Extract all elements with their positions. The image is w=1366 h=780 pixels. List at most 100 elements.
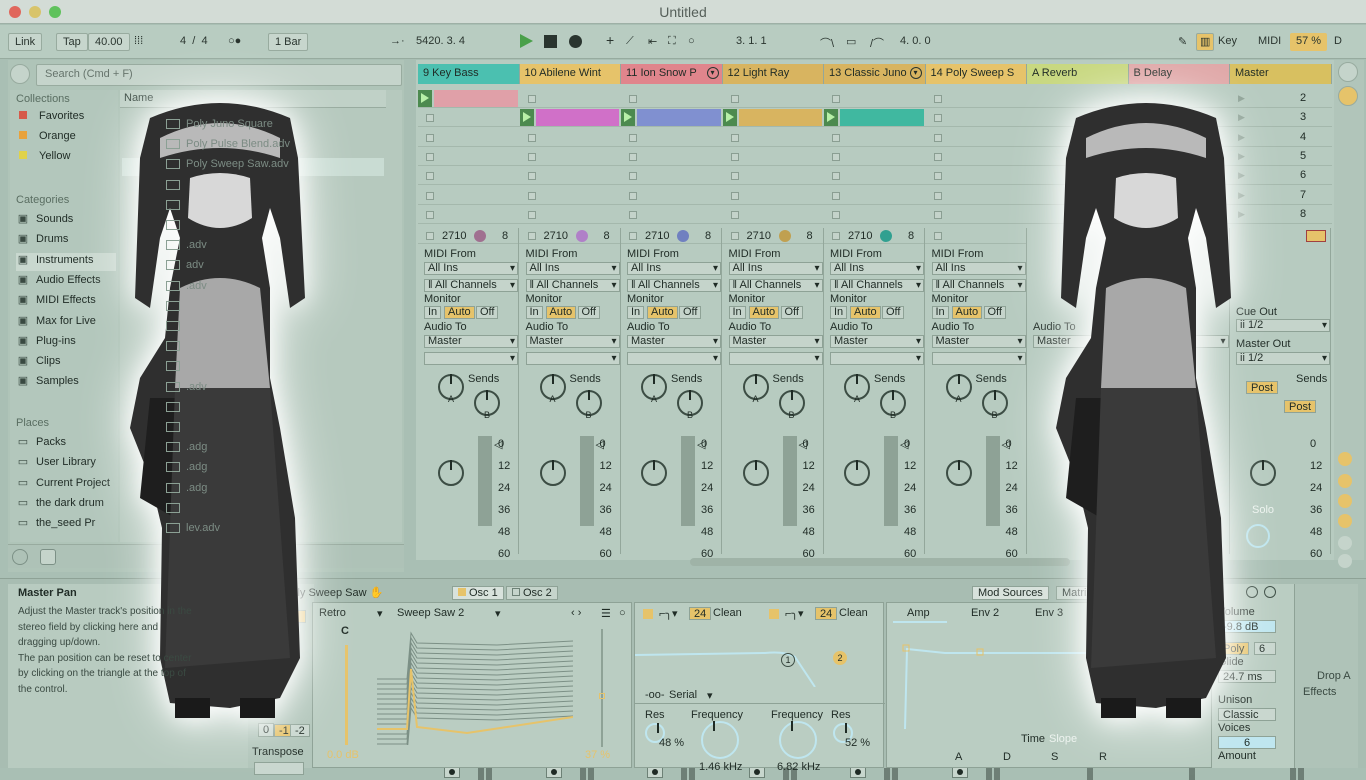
transpose-field[interactable] — [254, 762, 304, 775]
filter2-shape-icon[interactable]: ⌐╮▾ — [785, 607, 804, 620]
wavetable-select[interactable]: Sweep Saw 2 — [397, 607, 464, 619]
session-horizontal-scrollbar[interactable] — [690, 558, 1070, 566]
collection-yellow[interactable]: Yellow — [16, 150, 116, 168]
master-out-select[interactable]: ii 1/2 — [1236, 352, 1330, 365]
overdub-plus-icon[interactable]: + — [606, 32, 614, 48]
audio-to-channel[interactable] — [728, 352, 823, 365]
clip-slot[interactable] — [925, 90, 1027, 108]
clip-slot[interactable] — [519, 129, 621, 147]
osc-gain-value[interactable]: 0.0 dB — [327, 749, 359, 761]
clip-slot[interactable] — [824, 148, 926, 166]
automation-arm-icon[interactable]: ⟋ — [626, 35, 634, 48]
drop-effects-area[interactable]: Drop A Effects — [1294, 584, 1358, 768]
file-row[interactable]: .adv — [164, 239, 384, 259]
osc1-enable-icon[interactable] — [458, 588, 466, 596]
tab-amp[interactable]: Amp — [907, 607, 930, 619]
track-header[interactable]: 12 Light Ray — [722, 64, 824, 84]
filter1-handle[interactable]: 1 — [781, 653, 795, 667]
clip-stop-icon[interactable] — [933, 133, 942, 142]
osc-type-select[interactable]: Retro — [319, 607, 346, 619]
clip-stop-icon[interactable] — [426, 172, 434, 181]
clip-slot[interactable] — [519, 148, 621, 166]
pan-knob[interactable] — [539, 460, 566, 486]
monitor-in-button[interactable]: In — [728, 306, 746, 319]
file-row[interactable] — [164, 219, 384, 239]
clip-stop-icon[interactable] — [527, 95, 536, 103]
place-the-dark-drum[interactable]: ▭ the dark drum — [16, 496, 116, 514]
device-settings-icon[interactable] — [1246, 586, 1258, 598]
loop-start-field[interactable]: 3. 1. 1 — [730, 33, 814, 51]
monitor-auto-button[interactable]: Auto — [951, 306, 983, 319]
post-button-b[interactable]: Post — [1284, 400, 1317, 413]
audio-to-channel[interactable] — [931, 352, 1026, 365]
audio-to-select[interactable]: Master — [728, 335, 823, 348]
sidebar-item-max-for-live[interactable]: ▣ Max for Live — [16, 314, 116, 332]
filter1-res-value[interactable]: 48 % — [659, 737, 684, 749]
clip-slot[interactable] — [519, 167, 621, 186]
volume-slider-icon[interactable]: ◁ — [799, 438, 807, 451]
sidebar-item-plug-ins[interactable]: ▣ Plug-ins — [16, 334, 116, 352]
monitor-in-button[interactable]: In — [830, 306, 848, 319]
pan-knob[interactable] — [438, 460, 464, 486]
clip-stop-icon[interactable] — [832, 210, 840, 219]
hot-swap-hand-icon[interactable]: ✋ — [370, 587, 384, 599]
filter1-freq-knob[interactable] — [701, 721, 739, 759]
filter2-slope[interactable]: 24 — [815, 607, 838, 620]
midi-map-button[interactable]: MIDI — [1258, 35, 1281, 47]
file-row[interactable]: lev.adv — [164, 522, 384, 542]
file-row[interactable] — [164, 502, 384, 522]
audio-to-select[interactable]: Master — [830, 335, 924, 348]
wave-position-slider[interactable] — [601, 629, 603, 747]
file-row[interactable] — [164, 179, 384, 199]
clip-slot[interactable] — [925, 206, 1027, 224]
return-header[interactable]: A Reverb — [1027, 64, 1129, 84]
midi-channel-select[interactable]: ǁ All Channels — [931, 279, 1026, 292]
filter1-type[interactable]: Clean — [713, 607, 742, 619]
stop-icon[interactable] — [544, 35, 557, 48]
clip-slot[interactable] — [621, 148, 723, 166]
punch-in-icon[interactable]: ⌒\ — [820, 35, 834, 51]
signature-numerator[interactable]: 4 — [180, 35, 186, 47]
clip-slot[interactable] — [925, 129, 1027, 147]
clip-slot[interactable] — [925, 187, 1027, 205]
clip-slot[interactable] — [621, 167, 723, 186]
pan-knob[interactable] — [742, 460, 769, 486]
clip-stop-icon[interactable] — [730, 95, 739, 103]
clip-slot[interactable] — [621, 90, 723, 108]
filter-routing-dropdown-icon[interactable]: ▾ — [707, 689, 713, 702]
quantization-select[interactable]: 1 Bar — [268, 33, 309, 51]
filter2-freq-knob[interactable] — [779, 721, 817, 759]
filter1-slope[interactable]: 24 — [689, 607, 712, 620]
clip-launch-icon[interactable] — [621, 109, 635, 127]
browser-search-input[interactable]: Search (Cmd + F) — [36, 64, 402, 86]
file-row[interactable]: Poly Juno Square — [164, 118, 384, 138]
hot-swap-icon[interactable] — [12, 549, 28, 565]
monitor-off-button[interactable]: Off — [577, 306, 600, 319]
returns-toggle-icon[interactable] — [1338, 494, 1352, 508]
clip-stop-icon[interactable] — [527, 172, 536, 181]
clip-stop-icon[interactable] — [933, 172, 942, 181]
file-row[interactable] — [164, 199, 384, 219]
clip-slot[interactable] — [519, 90, 621, 108]
clip-slot[interactable] — [824, 90, 926, 108]
file-row[interactable]: Poly Sweep Saw.adv — [164, 158, 384, 178]
audio-to-channel[interactable] — [525, 352, 620, 365]
delay-toggle-icon[interactable] — [1338, 554, 1352, 568]
preview-headphones-icon[interactable] — [40, 549, 56, 565]
volume-slider-icon[interactable]: ◁ — [494, 438, 502, 451]
pan-knob[interactable] — [844, 460, 870, 486]
monitor-auto-button[interactable]: Auto — [444, 306, 475, 319]
clip-stop-icon[interactable] — [933, 191, 942, 200]
volume-slider-icon[interactable]: ◁ — [1002, 438, 1010, 451]
device-save-icon[interactable] — [1264, 586, 1276, 598]
sidebar-item-midi-effects[interactable]: ▣ MIDI Effects — [16, 293, 116, 311]
tap-button[interactable]: Tap — [56, 33, 88, 51]
sidebar-item-audio-effects[interactable]: ▣ Audio Effects — [16, 273, 116, 291]
crossfader-toggle-icon[interactable] — [1338, 536, 1352, 550]
clip-slot[interactable] — [824, 129, 926, 147]
filter1-enable-icon[interactable] — [643, 609, 653, 619]
wavetable-mode-icon[interactable]: ○ — [619, 607, 626, 619]
link-button[interactable]: Link — [8, 33, 43, 51]
pan-knob[interactable] — [945, 460, 972, 486]
filter2-type[interactable]: Clean — [839, 607, 868, 619]
